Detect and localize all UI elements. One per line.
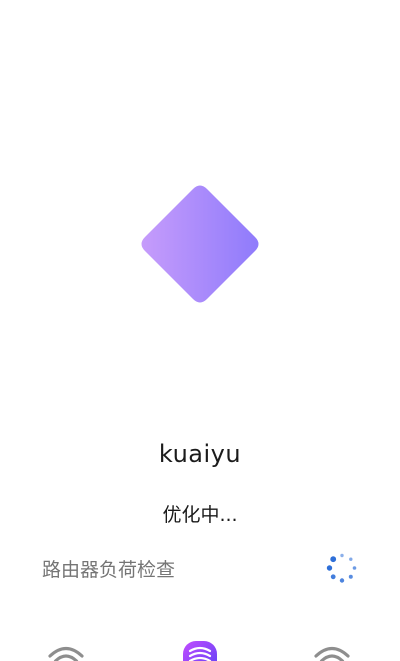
bottom-icon-strip (0, 636, 400, 661)
loading-spinner-icon (326, 552, 358, 584)
task-label: 路由器负荷检查 (42, 558, 176, 581)
app-name: kuaiyu (158, 440, 242, 468)
router-icon (181, 640, 219, 661)
wifi-icon (47, 640, 85, 661)
wifi-icon (313, 640, 351, 661)
splash-screen: kuaiyu 优化中... 路由器负荷检查 (0, 0, 400, 661)
task-row-router-load-check: 路由器负荷检查 (42, 550, 360, 586)
optimizing-status: 优化中... (162, 504, 238, 526)
app-logo-icon (139, 183, 261, 305)
